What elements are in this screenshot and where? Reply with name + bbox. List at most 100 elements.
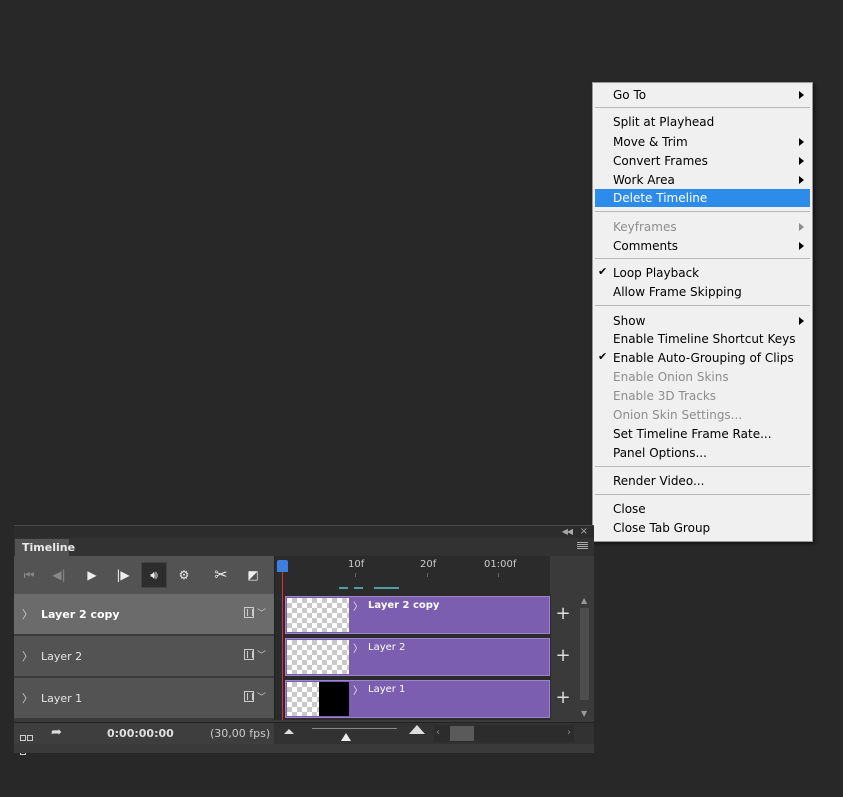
menu-item-work-area[interactable]: Work Area bbox=[595, 171, 810, 189]
menu-item-close-tab-group[interactable]: Close Tab Group bbox=[595, 519, 810, 537]
work-area-bar[interactable] bbox=[354, 587, 363, 589]
menu-item-loop-playback[interactable]: ✔ Loop Playback bbox=[595, 264, 810, 282]
scrollbar-thumb[interactable] bbox=[450, 726, 474, 741]
menu-separator bbox=[595, 211, 810, 212]
layer-row[interactable]: 〉 Layer 2 ﹀ bbox=[14, 636, 274, 677]
menu-item-go-to[interactable]: Go To bbox=[595, 86, 810, 104]
transition-icon[interactable]: ◩ bbox=[242, 564, 264, 586]
add-media-button[interactable]: + bbox=[550, 678, 576, 720]
scroll-up-icon[interactable]: ▲ bbox=[581, 596, 587, 605]
frame-rate-readout: (30,00 fps) bbox=[210, 727, 271, 740]
work-area-bar[interactable] bbox=[339, 587, 348, 589]
menu-item-label: Close bbox=[613, 502, 646, 516]
menu-item-panel-options[interactable]: Panel Options... bbox=[595, 444, 810, 462]
layer-row[interactable]: 〉 Layer 1 ﹀ bbox=[14, 678, 274, 719]
scroll-left-icon[interactable]: ‹ bbox=[436, 727, 440, 738]
chevron-down-icon[interactable]: ﹀ bbox=[257, 606, 266, 619]
menu-item-enable-onion-skins[interactable]: Enable Onion Skins bbox=[595, 368, 810, 386]
play-icon[interactable]: ▶ bbox=[81, 564, 103, 586]
menu-item-keyframes[interactable]: Keyframes bbox=[595, 218, 810, 236]
menu-item-label: Allow Frame Skipping bbox=[613, 285, 742, 299]
render-video-icon[interactable]: ➦ bbox=[51, 725, 62, 740]
first-frame-icon[interactable]: ⏮ bbox=[18, 564, 40, 586]
chevron-down-icon[interactable]: ﹀ bbox=[257, 648, 266, 661]
layer-name: Layer 1 bbox=[41, 692, 83, 705]
menu-item-set-frame-rate[interactable]: Set Timeline Frame Rate... bbox=[595, 425, 810, 443]
video-clip[interactable]: 〉 Layer 2 bbox=[285, 638, 550, 676]
horizontal-scrollbar[interactable]: ‹ › bbox=[434, 725, 574, 742]
menu-item-enable-3d-tracks[interactable]: Enable 3D Tracks bbox=[595, 387, 810, 405]
clip-expand-chevron-icon[interactable]: 〉 bbox=[353, 598, 363, 613]
collapse-panel-icon[interactable]: ◀◀ bbox=[562, 527, 573, 536]
expand-chevron-icon[interactable]: 〉 bbox=[22, 648, 33, 664]
menu-item-show[interactable]: Show bbox=[595, 312, 810, 330]
speaker-icon[interactable]: 🔊︎ bbox=[141, 562, 167, 588]
ruler-spacer bbox=[550, 556, 594, 594]
playhead-handle[interactable] bbox=[277, 560, 288, 572]
submenu-arrow-icon bbox=[799, 223, 804, 231]
work-area-bar[interactable] bbox=[374, 587, 399, 589]
menu-item-move-trim[interactable]: Move & Trim bbox=[595, 133, 810, 151]
previous-frame-icon[interactable]: ◀| bbox=[48, 564, 70, 586]
ruler-tick bbox=[498, 573, 499, 577]
scrollbar-thumb[interactable] bbox=[580, 608, 589, 700]
menu-item-allow-frame-skipping[interactable]: Allow Frame Skipping bbox=[595, 283, 810, 301]
clip-thumbnail bbox=[287, 682, 349, 716]
menu-item-convert-frames[interactable]: Convert Frames bbox=[595, 152, 810, 170]
close-icon[interactable]: × bbox=[580, 526, 588, 537]
menu-separator bbox=[595, 466, 810, 467]
footer-left-section: ➦ 0:00:00:00 (30,00 fps) bbox=[14, 723, 274, 755]
transport-controls: ⏮ ◀| ▶ |▶ 🔊︎ ⚙ ✂ ◩ bbox=[14, 556, 274, 594]
convert-to-frame-animation-icon[interactable] bbox=[20, 730, 36, 755]
menu-item-enable-auto-grouping[interactable]: ✔ Enable Auto-Grouping of Clips bbox=[595, 349, 810, 367]
ruler-tick bbox=[427, 573, 428, 577]
menu-item-onion-skin-settings[interactable]: Onion Skin Settings... bbox=[595, 406, 810, 424]
layer-row[interactable]: 〉 Layer 2 copy ﹀ bbox=[14, 594, 274, 635]
menu-item-split-at-playhead[interactable]: Split at Playhead bbox=[595, 113, 810, 131]
menu-item-label: Enable Auto-Grouping of Clips bbox=[613, 351, 794, 365]
menu-separator bbox=[595, 258, 810, 259]
video-clip[interactable]: 〉 Layer 2 copy bbox=[285, 596, 550, 634]
add-media-button[interactable]: + bbox=[550, 594, 576, 636]
menu-item-enable-timeline-shortcut-keys[interactable]: Enable Timeline Shortcut Keys bbox=[595, 330, 810, 348]
video-clip[interactable]: 〉 Layer 1 bbox=[285, 680, 550, 718]
tab-label: Timeline bbox=[22, 541, 76, 554]
film-strip-icon[interactable] bbox=[244, 649, 254, 660]
clip-expand-chevron-icon[interactable]: 〉 bbox=[353, 682, 363, 697]
timeline-footer: ➦ 0:00:00:00 (30,00 fps) ‹ › bbox=[14, 722, 594, 755]
menu-item-label: Comments bbox=[613, 239, 679, 253]
menu-item-label: Convert Frames bbox=[613, 154, 708, 168]
film-strip-icon[interactable] bbox=[244, 691, 254, 702]
menu-item-comments[interactable]: Comments bbox=[595, 237, 810, 255]
menu-separator bbox=[595, 305, 810, 306]
clip-label: Layer 1 bbox=[368, 684, 406, 695]
zoom-out-icon[interactable] bbox=[284, 729, 294, 734]
time-ruler[interactable]: 10f 20f 01:00f bbox=[274, 556, 551, 594]
add-media-button[interactable]: + bbox=[550, 636, 576, 678]
menu-item-delete-timeline[interactable]: Delete Timeline bbox=[595, 189, 810, 207]
gear-icon[interactable]: ⚙ bbox=[173, 564, 195, 586]
zoom-in-icon[interactable] bbox=[409, 725, 425, 734]
menu-item-label: Delete Timeline bbox=[613, 191, 708, 205]
menu-item-label: Set Timeline Frame Rate... bbox=[613, 427, 772, 441]
menu-item-label: Onion Skin Settings... bbox=[613, 408, 743, 422]
menu-item-label: Work Area bbox=[613, 173, 675, 187]
scroll-right-icon[interactable]: › bbox=[567, 727, 571, 738]
zoom-slider-handle[interactable] bbox=[341, 733, 351, 741]
clip-thumbnail bbox=[287, 598, 349, 632]
vertical-scrollbar[interactable]: ▲ ▼ bbox=[577, 594, 592, 720]
next-frame-icon[interactable]: |▶ bbox=[112, 564, 134, 586]
scroll-down-icon[interactable]: ▼ bbox=[581, 709, 587, 718]
clip-expand-chevron-icon[interactable]: 〉 bbox=[353, 640, 363, 655]
chevron-down-icon[interactable]: ﹀ bbox=[257, 690, 266, 703]
scissors-icon[interactable]: ✂ bbox=[210, 564, 232, 586]
menu-item-label: Keyframes bbox=[613, 220, 677, 234]
menu-item-close[interactable]: Close bbox=[595, 500, 810, 518]
zoom-slider-track[interactable] bbox=[312, 728, 397, 729]
menu-item-render-video[interactable]: Render Video... bbox=[595, 472, 810, 490]
expand-chevron-icon[interactable]: 〉 bbox=[22, 690, 33, 706]
expand-chevron-icon[interactable]: 〉 bbox=[22, 606, 33, 622]
film-strip-icon[interactable] bbox=[244, 607, 254, 618]
tab-timeline[interactable]: Timeline bbox=[15, 539, 75, 556]
panel-menu-icon[interactable] bbox=[577, 542, 588, 551]
